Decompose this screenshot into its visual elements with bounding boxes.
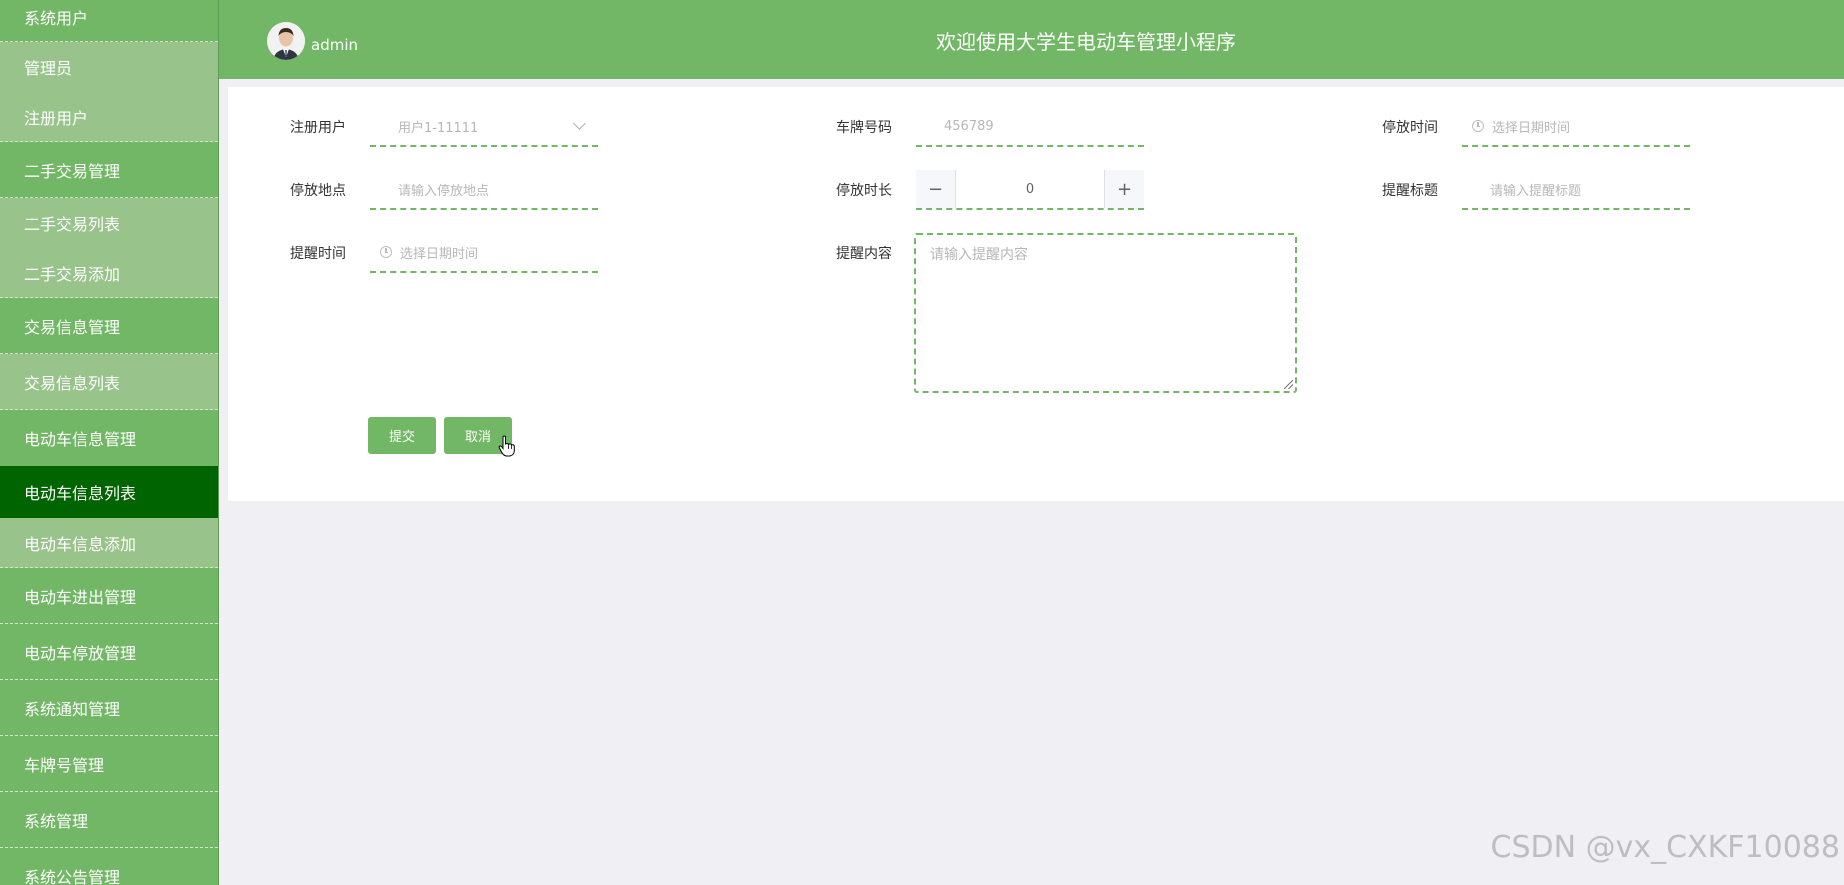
avatar[interactable] <box>267 22 305 60</box>
park-location-placeholder: 请输入停放地点 <box>398 183 490 199</box>
sidebar-item-system-users[interactable]: 系统用户 <box>0 0 218 42</box>
reminder-content-label: 提醒内容 <box>836 246 892 262</box>
sidebar-item-ebike-parking[interactable]: 电动车停放管理 <box>0 624 218 680</box>
reminder-time-picker[interactable]: 选择日期时间 <box>370 233 598 273</box>
sidebar-item-label: 电动车信息列表 <box>24 484 137 503</box>
hand-cursor-icon <box>498 435 516 461</box>
increment-button[interactable]: + <box>1104 170 1144 208</box>
sidebar-item-trade-info-list[interactable]: 交易信息列表 <box>0 354 218 410</box>
submit-button[interactable]: 提交 <box>368 417 436 454</box>
park-time-label: 停放时间 <box>1382 120 1438 136</box>
sidebar-item-label: 二手交易添加 <box>24 264 121 284</box>
clock-icon <box>1472 120 1484 132</box>
plate-number-input[interactable]: 456789 <box>916 107 1144 147</box>
clock-icon <box>380 246 392 258</box>
page-title: 欢迎使用大学生电动车管理小程序 <box>936 30 1236 54</box>
registered-user-value: 用户1-11111 <box>398 120 479 136</box>
sidebar-item-admins[interactable]: 管理员 <box>0 42 218 92</box>
sidebar-item-label: 二手交易管理 <box>24 161 121 181</box>
sidebar-item-system-management[interactable]: 系统管理 <box>0 792 218 848</box>
reminder-title-placeholder: 请输入提醒标题 <box>1490 183 1582 199</box>
park-duration-label: 停放时长 <box>836 183 892 199</box>
park-location-input[interactable]: 请输入停放地点 <box>370 170 598 210</box>
reminder-title-label: 提醒标题 <box>1382 183 1438 199</box>
sidebar-item-ebike-info-list[interactable]: 电动车信息列表 <box>0 466 218 518</box>
sidebar-item-label: 二手交易列表 <box>24 215 121 234</box>
park-duration-value[interactable]: 0 <box>956 170 1104 208</box>
decrement-button[interactable]: − <box>916 170 956 208</box>
sidebar-item-secondhand-list[interactable]: 二手交易列表 <box>0 198 218 248</box>
form-panel: 注册用户 用户1-11111 车牌号码 456789 停放时间 选择日期时间 停… <box>228 87 1844 501</box>
sidebar-item-label: 注册用户 <box>24 108 89 128</box>
park-time-picker[interactable]: 选择日期时间 <box>1462 107 1690 147</box>
username: admin <box>311 36 358 54</box>
sidebar-item-label: 系统管理 <box>24 811 89 831</box>
sidebar-item-notification-management[interactable]: 系统通知管理 <box>0 680 218 736</box>
sidebar: 系统用户 管理员 注册用户 二手交易管理 二手交易列表 二手交易添加 交易信息管… <box>0 0 219 885</box>
sidebar-item-label: 系统公告管理 <box>24 867 121 885</box>
sidebar-item-label: 交易信息管理 <box>24 317 121 337</box>
sidebar-item-secondhand-add[interactable]: 二手交易添加 <box>0 248 218 298</box>
resize-grip-icon[interactable] <box>1284 380 1293 389</box>
registered-user-select[interactable]: 用户1-11111 <box>370 107 598 147</box>
reminder-time-label: 提醒时间 <box>290 246 346 262</box>
registered-user-label: 注册用户 <box>290 120 346 136</box>
sidebar-item-label: 系统用户 <box>24 9 89 28</box>
park-location-label: 停放地点 <box>290 183 346 199</box>
sidebar-item-trade-info-management[interactable]: 交易信息管理 <box>0 298 218 354</box>
sidebar-item-registered-users[interactable]: 注册用户 <box>0 92 218 142</box>
sidebar-item-label: 交易信息列表 <box>24 373 121 393</box>
sidebar-item-label: 电动车信息管理 <box>24 430 137 449</box>
reminder-title-input[interactable]: 请输入提醒标题 <box>1462 170 1690 210</box>
sidebar-item-ebike-info-management[interactable]: 电动车信息管理 <box>0 410 218 466</box>
sidebar-item-ebike-info-add[interactable]: 电动车信息添加 <box>0 518 218 568</box>
sidebar-item-secondhand-management[interactable]: 二手交易管理 <box>0 142 218 198</box>
sidebar-item-label: 车牌号管理 <box>24 755 105 775</box>
reminder-content-textarea[interactable]: 请输入提醒内容 <box>914 233 1297 393</box>
plate-number-label: 车牌号码 <box>836 120 892 136</box>
top-header: admin 欢迎使用大学生电动车管理小程序 <box>219 0 1844 79</box>
sidebar-item-ebike-entry-exit[interactable]: 电动车进出管理 <box>0 568 218 624</box>
park-time-placeholder: 选择日期时间 <box>1492 120 1571 136</box>
watermark: CSDN @vx_CXKF10088 <box>1490 830 1840 865</box>
reminder-time-placeholder: 选择日期时间 <box>400 246 479 262</box>
sidebar-item-label: 管理员 <box>24 59 73 78</box>
chevron-down-icon <box>573 117 586 130</box>
sidebar-item-label: 电动车进出管理 <box>24 587 137 607</box>
park-duration-stepper[interactable]: − 0 + <box>916 170 1144 210</box>
sidebar-item-label: 电动车停放管理 <box>24 643 137 663</box>
sidebar-item-announcement-management[interactable]: 系统公告管理 <box>0 848 218 885</box>
plate-number-placeholder: 456789 <box>944 118 994 134</box>
sidebar-item-label: 系统通知管理 <box>24 699 121 719</box>
sidebar-item-label: 电动车信息添加 <box>24 534 137 554</box>
sidebar-item-plate-management[interactable]: 车牌号管理 <box>0 736 218 792</box>
reminder-content-placeholder: 请输入提醒内容 <box>930 247 1028 263</box>
